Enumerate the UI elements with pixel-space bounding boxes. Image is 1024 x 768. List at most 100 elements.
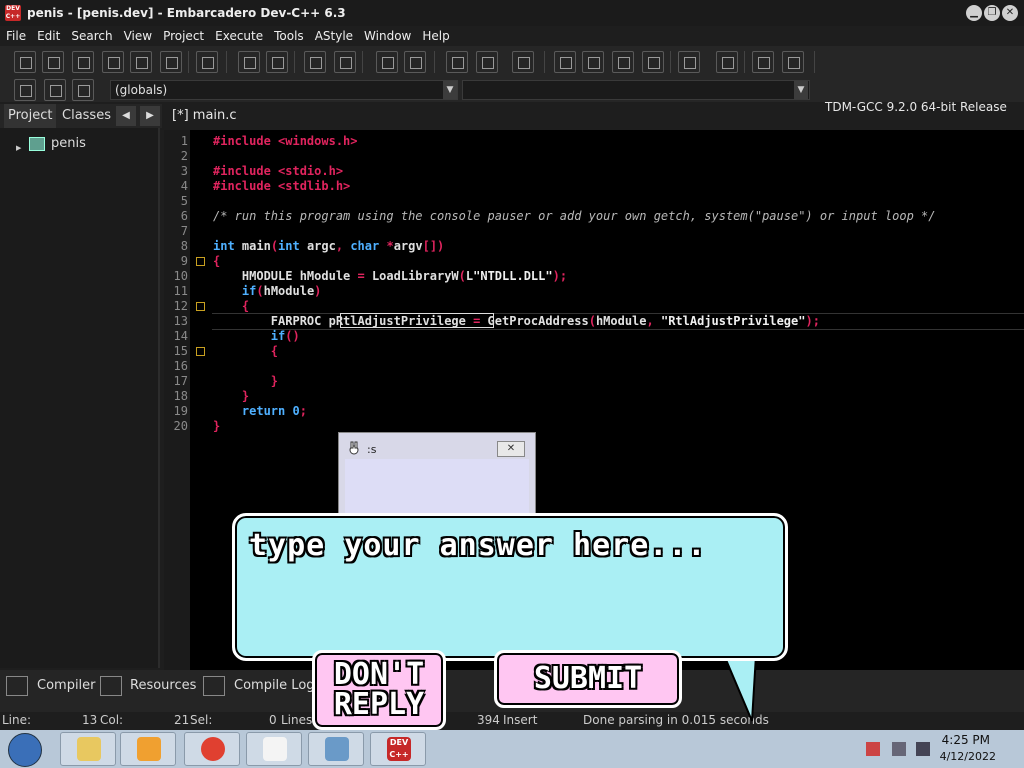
globals-combo[interactable]: (globals) [110,80,458,100]
tab-compile-log[interactable]: Compile Log [234,670,315,702]
status-line-label: Line: [2,713,32,727]
tab-project[interactable]: Project [4,104,57,128]
tray-flag-icon[interactable] [866,742,880,756]
taskbar-chrome[interactable] [184,732,240,766]
fold-marker-icon[interactable] [196,257,205,266]
run-icon[interactable] [582,51,604,73]
replace-icon[interactable] [266,51,288,73]
menu-view[interactable]: View [118,29,157,43]
menu-file[interactable]: File [0,29,31,43]
save-all-icon[interactable] [102,51,124,73]
line-number: 4 [180,179,188,193]
taskbar-devcpp[interactable]: DEV C++ [370,732,426,766]
taskbar-media-player[interactable] [120,732,176,766]
code-line: } [270,374,279,388]
menu-window[interactable]: Window [358,29,416,43]
find-icon[interactable] [238,51,260,73]
remove-from-project-icon[interactable] [476,51,498,73]
functions-combo[interactable] [462,80,810,100]
start-button[interactable] [8,733,42,767]
compile-run-icon[interactable] [612,51,634,73]
line-number: 3 [180,164,188,178]
compiler-select[interactable]: TDM-GCC 9.2.0 64-bit Release [825,100,1007,114]
menu-edit[interactable]: Edit [31,29,65,43]
window-icon [325,737,349,761]
clock-time[interactable]: 4:25 PM [942,733,990,747]
goto-bookmark-icon[interactable] [72,79,94,101]
taskbar-bunny-app[interactable] [246,732,302,766]
chevron-left-icon[interactable]: ◀ [116,106,136,126]
close-all-icon[interactable] [160,51,182,73]
tab-resources[interactable]: Resources [130,670,196,702]
tree-expand-icon[interactable]: ▶ [16,144,21,152]
dont-reply-button[interactable]: DON'T REPLY [312,650,446,730]
stop-icon[interactable] [716,51,738,73]
menu-project[interactable]: Project [157,29,209,43]
menu-astyle[interactable]: AStyle [309,29,358,43]
save-icon[interactable] [72,51,94,73]
tray-network-icon[interactable] [892,742,906,756]
redo-icon[interactable] [404,51,426,73]
title-bar: DEV C++ penis - [penis.dev] - Embarcader… [0,0,1024,26]
submit-button[interactable]: SUBMIT [494,650,682,708]
delete-profile-icon[interactable] [782,51,804,73]
status-col-value: 21 [174,713,190,727]
menu-search[interactable]: Search [65,29,117,43]
line-number: 2 [180,149,188,163]
menu-tools[interactable]: Tools [268,29,309,43]
popup-window: :s ✕ [338,432,536,523]
close-button[interactable]: ✕ [1002,5,1018,21]
clock-date[interactable]: 4/12/2022 [940,750,996,763]
open-file-icon[interactable] [42,51,64,73]
goto-line-icon[interactable] [304,51,326,73]
new-file-icon[interactable] [14,51,36,73]
chrome-icon [201,737,225,761]
menu-help[interactable]: Help [416,29,454,43]
check-icon[interactable] [678,51,700,73]
line-number: 5 [180,194,188,208]
taskbar-explorer[interactable] [60,732,116,766]
word-selection-highlight [340,313,494,328]
media-player-icon [137,737,161,761]
tab-compiler[interactable]: Compiler [37,670,96,702]
add-to-project-icon[interactable] [446,51,468,73]
chevron-right-icon[interactable]: ▶ [140,106,160,126]
status-sel-label: Sel: [190,713,213,727]
line-number: 6 [180,209,188,223]
minimize-button[interactable]: ▁ [966,5,982,21]
functions-dropdown-icon[interactable]: ▼ [794,81,808,99]
taskbar-window[interactable] [308,732,364,766]
profile-icon[interactable] [752,51,774,73]
tray-volume-icon[interactable] [916,742,930,756]
code-line: { [270,344,279,358]
code-line: #include <stdio.h> [213,164,344,178]
secondary-toolbar: (globals) ▼ ▼ [0,78,1024,102]
rebuild-icon[interactable] [642,51,664,73]
code-line: if() [270,329,300,343]
toggle-bookmark-icon[interactable] [44,79,66,101]
editor-tab-main-c[interactable]: [*] main.c ✕ [166,104,250,147]
tree-item-project[interactable]: penis [51,136,86,151]
code-line: #include <windows.h> [213,134,358,148]
print-icon[interactable] [196,51,218,73]
globals-dropdown-icon[interactable]: ▼ [443,81,457,99]
restore-button[interactable]: ❐ [984,5,1000,21]
status-mode: Insert [503,713,538,727]
project-options-icon[interactable] [512,51,534,73]
compile-icon[interactable] [554,51,576,73]
line-number: 10 [173,269,188,283]
status-lines-value: 394 [477,713,500,727]
tab-classes[interactable]: Classes [58,104,115,128]
code-line: FARPROC pRtlAdjustPrivilege = GetProcAdd… [213,314,820,328]
insert-icon[interactable] [14,79,36,101]
code-line: if(hModule) [241,284,322,298]
bookmark-icon[interactable] [334,51,356,73]
fold-marker-icon[interactable] [196,347,205,356]
popup-close-button[interactable]: ✕ [497,441,525,457]
answer-text-box[interactable]: type your answer here... [232,513,788,661]
taskbar: DEV C++ 4:25 PM 4/12/2022 [0,730,1024,768]
menu-execute[interactable]: Execute [209,29,268,43]
close-file-icon[interactable] [130,51,152,73]
undo-icon[interactable] [376,51,398,73]
fold-marker-icon[interactable] [196,302,205,311]
